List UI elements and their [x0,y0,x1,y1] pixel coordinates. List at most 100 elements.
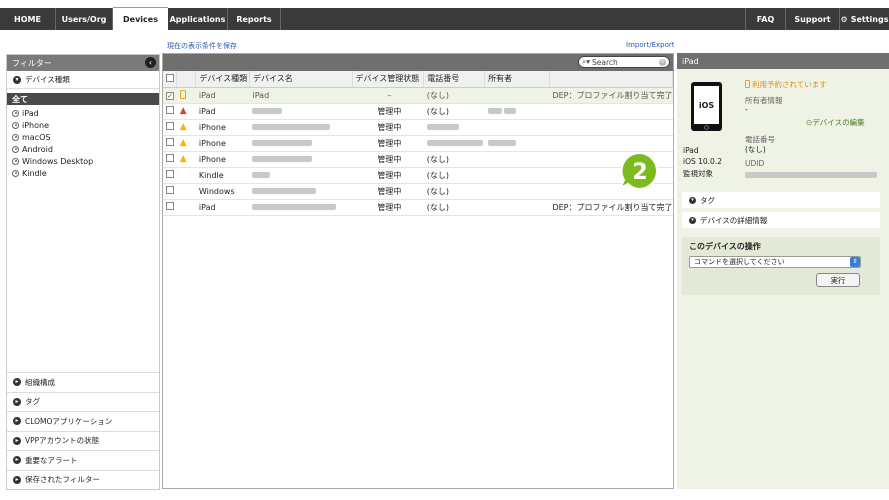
table-row[interactable]: iPad 管理中 (なし) DEP：プロファイル割り当て完了 [163,199,673,216]
run-button[interactable]: 実行 [816,273,860,287]
device-table: デバイス種類 デバイス名 デバイス管理状態 電話番号 所有者 ✓ iPad iP… [163,71,674,216]
tab-home[interactable]: HOME [0,8,56,30]
clear-icon[interactable]: × [659,59,666,66]
tab-devices[interactable]: Devices [113,7,168,30]
cell-note [549,119,673,136]
table-row[interactable]: Kindle 管理中 (なし) [163,167,673,184]
filter-section-tag[interactable]: ▸ タグ [7,391,159,411]
command-select[interactable]: コマンドを選択してください ⇕ [689,256,861,268]
save-view-link[interactable]: 現在の表示条件を保存 [167,41,237,51]
step-callout: 2 [618,151,658,191]
udid-label: UDID [745,159,765,168]
col-device-type[interactable]: デバイス種類 [195,71,250,88]
row-checkbox-cell[interactable] [163,135,177,152]
tab-reports[interactable]: Reports [228,8,281,30]
checkbox-checked[interactable]: ✓ [166,91,174,100]
faq-link[interactable]: FAQ [745,8,785,30]
cell-status: 管理中 [352,183,424,200]
filter-section-device-type[interactable]: ▾ デバイス種類 [7,71,159,89]
row-checkbox-cell[interactable] [163,103,177,120]
list-toolbar: ⌕▾ Search × [163,54,673,71]
icon-header [176,71,197,88]
checkbox[interactable] [166,202,174,210]
filter-section-alerts[interactable]: ▸ 重要なアラート [7,450,159,470]
row-checkbox-cell[interactable]: ✓ [163,87,177,104]
checkbox[interactable] [166,154,174,162]
chevron-down-icon: ▾ [13,75,21,84]
blurred-text [252,124,331,130]
filter-title: フィルター [12,58,52,68]
filter-item-kindle[interactable]: Kindle [7,167,159,179]
filter-item-iphone[interactable]: iPhone [7,119,159,131]
filter-section-org[interactable]: ▸ 組織構成 [7,372,159,392]
checkbox[interactable] [166,170,174,178]
checkbox[interactable] [166,73,174,82]
filter-item-all[interactable]: 全て [7,93,159,105]
cell-owner [484,183,550,200]
table-row[interactable]: Windows 管理中 (なし) [163,183,673,200]
table-row[interactable]: ✓ iPad iPad – (なし) DEP：プロファイル割り当て完了 [163,87,673,104]
filter-section-label: デバイス種類 [25,75,70,84]
collapse-icon[interactable]: ‹ [145,57,156,68]
checkbox[interactable] [166,138,174,146]
table-row[interactable]: ▲ iPhone 管理中 [163,135,673,152]
table-row[interactable]: ▲ iPad 管理中 (なし) [163,103,673,120]
cell-phone: (なし) [423,103,485,120]
cell-device-name [249,119,352,136]
filter-section-label: タグ [25,397,40,407]
col-owner[interactable]: 所有者 [484,71,550,88]
settings-label: Settings [850,14,889,24]
detail-section-tags[interactable]: ▾ タグ [682,192,880,208]
filter-section-label: CLOMOアプリケーション [25,416,113,426]
select-all-header[interactable] [163,71,178,88]
filter-section-clomo-apps[interactable]: ▸ CLOMOアプリケーション [7,411,159,431]
search-box[interactable]: ⌕▾ Search × [578,56,670,68]
checkbox[interactable] [166,122,174,130]
cell-device-type: iPad [195,87,250,104]
filter-section-vpp[interactable]: ▸ VPPアカウントの状態 [7,430,159,450]
chevron-right-icon: ▸ [13,397,21,406]
settings-link[interactable]: ⚙ Settings [839,8,889,30]
edit-device-link[interactable]: ⊙デバイスの編集 [806,117,865,128]
row-checkbox-cell[interactable] [163,183,177,200]
tab-applications[interactable]: Applications [168,8,228,30]
detail-section-device-details[interactable]: ▾ デバイスの詳細情報 [682,212,880,228]
chevron-right-icon: ▸ [13,475,21,484]
filter-item-label: iPad [22,108,39,118]
row-checkbox-cell[interactable] [163,199,177,216]
table-header-row: デバイス種類 デバイス名 デバイス管理状態 電話番号 所有者 [163,71,674,88]
col-phone[interactable]: 電話番号 [423,71,486,88]
filter-item-android[interactable]: Android [7,143,159,155]
filter-section-label: 組織構成 [25,377,55,387]
radio-icon [12,133,19,141]
checkbox[interactable] [166,186,174,194]
filter-item-ipad[interactable]: iPad [7,107,159,119]
filter-item-windows-desktop[interactable]: Windows Desktop [7,155,159,167]
tablet-icon [745,80,750,88]
checkbox[interactable] [166,106,174,114]
cell-device-name: iPad [249,87,352,104]
filter-section-label: 保存されたフィルター [25,475,100,485]
cell-owner [484,135,550,152]
filter-section-saved[interactable]: ▸ 保存されたフィルター [7,469,159,489]
blurred-text [252,108,283,114]
blurred-text [252,156,313,162]
chevron-right-icon: ▸ [13,378,21,387]
support-link[interactable]: Support [785,8,839,30]
filter-panel: フィルター ‹ ▾ デバイス種類 全て iPad iPhone macOS An… [6,54,160,490]
row-checkbox-cell[interactable] [163,167,177,184]
owner-value: - [745,105,748,114]
row-checkbox-cell[interactable] [163,119,177,136]
reserved-status: 利用予約されています [745,79,827,90]
dropdown-arrow-icon: ⇕ [850,257,860,267]
import-export-link[interactable]: Import/Export [626,41,675,49]
filter-item-macos[interactable]: macOS [7,131,159,143]
tab-users-org[interactable]: Users/Org [56,8,113,30]
table-row[interactable]: ▲ iPhone 管理中 [163,119,673,136]
col-management-status[interactable]: デバイス管理状態 [352,71,425,88]
row-checkbox-cell[interactable] [163,151,177,168]
col-device-name[interactable]: デバイス名 [249,71,353,88]
detail-supervised: 監視対象 [683,169,713,178]
table-row[interactable]: ▲ iPhone 管理中 (なし) [163,151,673,168]
blurred-text [426,140,483,146]
